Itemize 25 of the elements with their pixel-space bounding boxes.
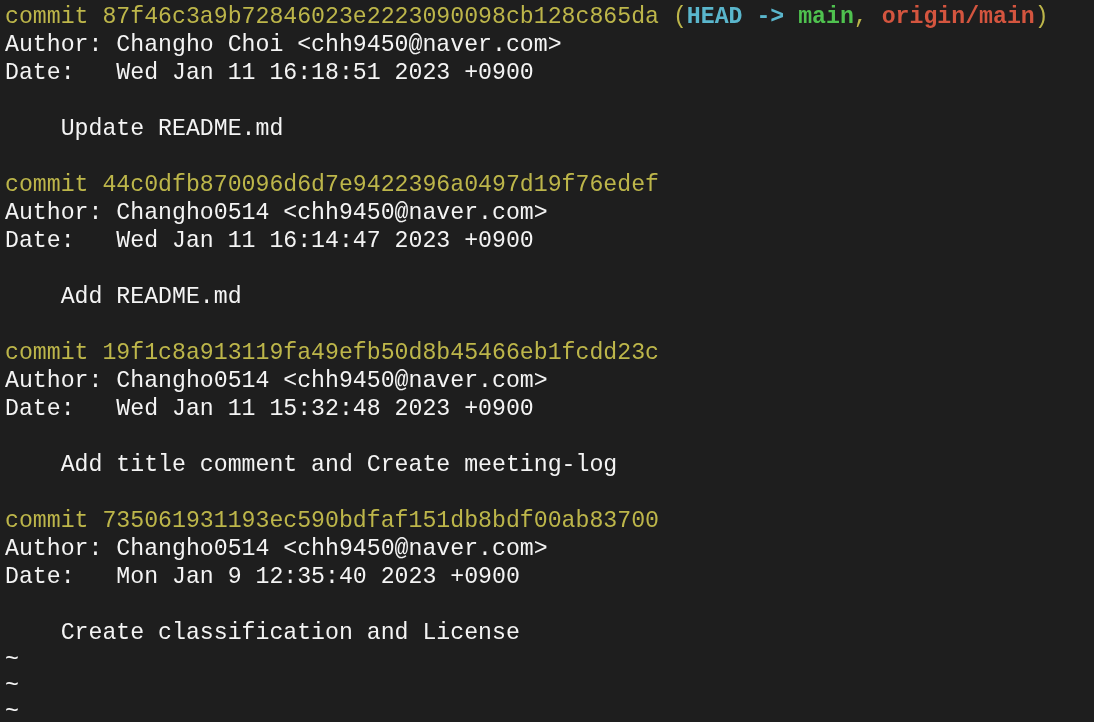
ref-label: HEAD -> (686, 4, 786, 30)
date-line: Date: Wed Jan 11 15:32:48 2023 +0900 (5, 396, 534, 422)
ref-punctuation: ( (672, 4, 687, 30)
commit-message: Update README.md (60, 116, 284, 142)
date-line: Date: Wed Jan 11 16:18:51 2023 +0900 (5, 60, 534, 86)
ref-label: origin/main (881, 4, 1035, 30)
date-line: Date: Wed Jan 11 16:14:47 2023 +0900 (5, 228, 534, 254)
empty-line-tilde: ~ (5, 651, 19, 668)
date-line: Date: Mon Jan 9 12:35:40 2023 +0900 (5, 564, 520, 590)
ref-punctuation: ) (1034, 4, 1049, 30)
commit-message: Add title comment and Create meeting-log (60, 452, 618, 478)
empty-line-tilde: ~ (5, 703, 19, 720)
commit-message: Add README.md (60, 284, 242, 310)
ref-label: main (798, 4, 854, 30)
commit-hash-line: commit 19f1c8a913119fa49efb50d8b45466eb1fcdd23c (5, 340, 659, 366)
author-line: Author: Changho0514 <chh9450@naver.com> (5, 200, 548, 226)
commit-hash-line: commit 735061931193ec590bdfaf151db8bdf00ab83700 (5, 508, 659, 534)
author-line: Author: Changho Choi <chh9450@naver.com> (5, 32, 562, 58)
ref-punctuation: , (853, 4, 869, 30)
author-line: Author: Changho0514 <chh9450@naver.com> (5, 368, 548, 394)
author-line: Author: Changho0514 <chh9450@naver.com> (5, 536, 548, 562)
commit-hash-line: commit 87f46c3a9b72846023e2223090098cb128c865da (5, 4, 659, 30)
commit-message: Create classification and License (60, 620, 520, 646)
empty-line-tilde: ~ (5, 677, 19, 694)
commit-hash-line: commit 44c0dfb870096d6d7e9422396a0497d19f76edef (5, 172, 659, 198)
